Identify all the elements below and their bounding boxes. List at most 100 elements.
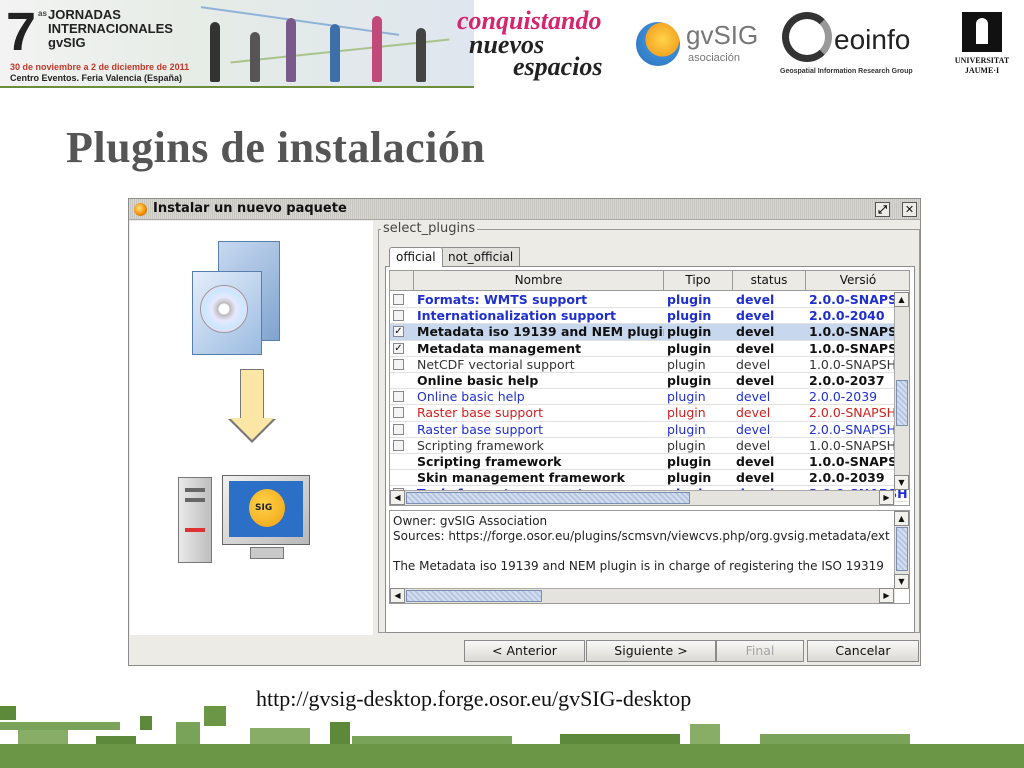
plugin-checkbox[interactable]: [393, 358, 404, 370]
maximize-icon: ⤢: [878, 203, 887, 216]
plugin-name-cell: Raster base support: [417, 421, 544, 437]
tab-official[interactable]: official: [389, 247, 443, 267]
plugin-checkbox[interactable]: [393, 310, 404, 322]
row-checkbox-cell: [390, 438, 414, 453]
row-checkbox-cell: [390, 422, 414, 437]
plugin-name-cell: Online basic help: [417, 389, 525, 405]
table-row[interactable]: ✓ Metadata management plugin devel 1.0.0-SNA…: [390, 340, 909, 357]
row-checkbox-cell: [390, 389, 414, 404]
plugin-checkbox[interactable]: [393, 391, 404, 403]
plugin-status-cell: devel: [736, 405, 771, 421]
scroll-down-button[interactable]: ▼: [894, 475, 909, 490]
plugin-checkbox[interactable]: [393, 294, 404, 305]
desc-scroll-up-button[interactable]: ▲: [894, 511, 909, 526]
university-logo: UNIVERSITAT JAUME·I: [946, 8, 1018, 80]
column-header-check[interactable]: [390, 271, 414, 291]
plugin-name-cell: Metadata iso 19139 and NEM plugin: [417, 324, 664, 340]
table-row[interactable]: Skin management framework plugin devel 2.0.…: [390, 470, 909, 487]
plugin-type-cell: plugin: [667, 340, 712, 356]
previous-button[interactable]: < Anterior: [464, 640, 585, 662]
university-name-line1: UNIVERSITAT: [954, 56, 1010, 65]
table-vertical-scrollbar[interactable]: ▲ ▼: [894, 292, 909, 490]
table-row[interactable]: Scripting framework plugin devel 1.0.0-SNAP…: [390, 437, 909, 454]
desc-scroll-left-button[interactable]: ◀: [390, 588, 405, 603]
desc-scroll-down-button[interactable]: ▼: [894, 574, 909, 589]
description-vertical-scrollbar[interactable]: ▲ ▼: [894, 511, 909, 589]
event-place: Centro Eventos. Feria Valencia (España): [10, 73, 183, 83]
geoinfo-logo-subtext: Geospatial Information Research Group: [780, 68, 913, 75]
cancel-button[interactable]: Cancelar: [807, 640, 919, 662]
description-horizontal-scrollbar[interactable]: ◀ ▶: [390, 588, 895, 603]
table-row[interactable]: ✓ Metadata iso 19139 and NEM plugin plugin…: [390, 324, 909, 341]
plugin-name-cell: Online basic help: [417, 372, 539, 388]
plugin-type-cell: plugin: [667, 405, 706, 421]
cd-icon: [200, 285, 248, 333]
gvsig-association-logo: gvSIG asociación: [636, 18, 766, 68]
row-checkbox-cell: ✓: [390, 324, 414, 339]
table-horizontal-scrollbar[interactable]: ◀ ▶: [390, 490, 895, 505]
column-header-nombre[interactable]: Nombre: [414, 271, 664, 291]
desc-scroll-right-button[interactable]: ▶: [879, 588, 894, 603]
table-row[interactable]: Internationalization support plugin devel 2…: [390, 308, 909, 325]
triangle-right-icon: ▶: [883, 493, 890, 502]
plugin-status-cell: devel: [736, 324, 775, 340]
plugin-status-cell: devel: [736, 453, 775, 469]
event-number-suffix: as: [38, 9, 47, 18]
plugin-status-cell: devel: [736, 437, 771, 453]
plugin-name-cell: Raster base support: [417, 405, 544, 421]
table-row[interactable]: Raster base support plugin devel 2.0.0-SNAP…: [390, 405, 909, 422]
column-header-status[interactable]: status: [733, 271, 806, 291]
row-checkbox-cell: [390, 470, 414, 485]
plugin-name-cell: Scripting framework: [417, 437, 544, 453]
tab-panel-official: Nombre Tipo status Versió Formats: WMTS …: [385, 266, 915, 633]
plugin-checkbox[interactable]: [393, 423, 404, 435]
desc-horizontal-scroll-thumb[interactable]: [406, 590, 542, 602]
table-row[interactable]: Raster base support plugin devel 2.0.0-SNAP…: [390, 421, 909, 438]
tab-not-official[interactable]: not_official: [441, 247, 521, 267]
table-row[interactable]: Online basic help plugin devel 2.0.0-2037: [390, 372, 909, 390]
description-owner: Owner: gvSIG Association: [393, 514, 548, 528]
event-title-line3: gvSIG: [48, 35, 86, 50]
plugin-checkbox[interactable]: ✓: [393, 326, 404, 338]
triangle-up-icon: ▲: [898, 514, 905, 523]
finish-button[interactable]: Final: [716, 640, 804, 662]
plugins-table: Nombre Tipo status Versió Formats: WMTS …: [389, 270, 910, 506]
plugin-checkbox[interactable]: ✓: [393, 342, 404, 354]
plugin-name-cell: Formats: WMTS support: [417, 292, 588, 307]
triangle-left-icon: ◀: [394, 591, 401, 600]
scroll-right-button[interactable]: ▶: [879, 490, 894, 505]
scroll-up-button[interactable]: ▲: [894, 292, 909, 307]
description-sources: Sources: https://forge.osor.eu/plugins/s…: [393, 529, 890, 543]
horizontal-scroll-thumb[interactable]: [406, 492, 690, 504]
computer-icon: SIG: [178, 471, 318, 571]
plugin-type-cell: plugin: [667, 372, 712, 388]
arrow-down-icon: [228, 369, 276, 443]
plugin-type-cell: plugin: [667, 308, 712, 324]
gvsig-logo-subtext: asociación: [688, 52, 740, 64]
geoinfo-logo-text: eoinfo: [834, 24, 911, 55]
table-row[interactable]: Formats: WMTS support plugin devel 2.0.0-SN…: [390, 292, 909, 309]
event-number: 7: [6, 2, 37, 62]
dialog-titlebar[interactable]: Instalar un nuevo paquete ⤢ ✕: [129, 199, 920, 220]
table-row[interactable]: Scripting framework plugin devel 1.0.0-SNAP…: [390, 453, 909, 471]
vertical-scroll-thumb[interactable]: [896, 380, 908, 426]
plugin-type-cell: plugin: [667, 324, 712, 340]
maximize-button[interactable]: ⤢: [875, 202, 890, 217]
screen-logo-text: SIG: [255, 503, 273, 513]
project-url[interactable]: http://gvsig-desktop.forge.osor.eu/gvSIG…: [256, 686, 691, 712]
close-button[interactable]: ✕: [902, 202, 917, 217]
plugin-name-cell: Scripting framework: [417, 453, 562, 469]
table-row[interactable]: NetCDF vectorial support plugin devel 1.0.0…: [390, 356, 909, 373]
next-button[interactable]: Siguiente >: [586, 640, 716, 662]
column-header-version[interactable]: Versió: [806, 271, 909, 291]
plugin-checkbox[interactable]: [393, 439, 404, 451]
plugin-description-area[interactable]: Owner: gvSIG Association Sources: https:…: [389, 510, 910, 604]
plugin-checkbox[interactable]: [393, 407, 404, 419]
description-text: The Metadata iso 19139 and NEM plugin is…: [393, 559, 884, 573]
column-header-tipo[interactable]: Tipo: [664, 271, 733, 291]
scroll-left-button[interactable]: ◀: [390, 490, 405, 505]
table-row[interactable]: Online basic help plugin devel 2.0.0-2039: [390, 389, 909, 406]
desc-vertical-scroll-thumb[interactable]: [896, 527, 908, 571]
select-plugins-label: select_plugins: [381, 221, 478, 236]
plugin-type-cell: plugin: [667, 356, 706, 372]
